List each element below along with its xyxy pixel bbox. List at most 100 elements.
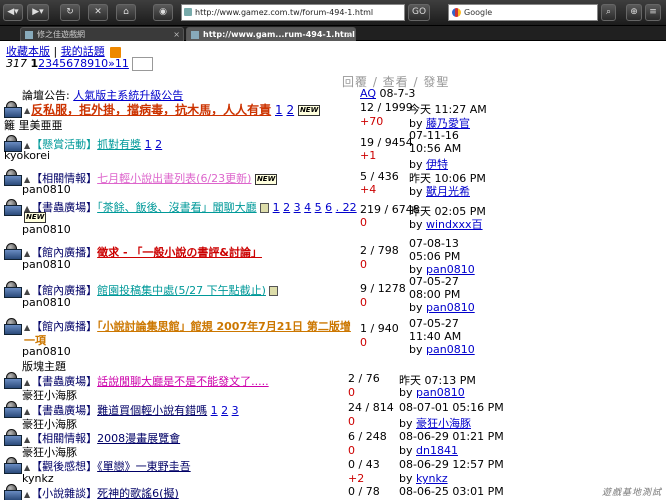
by-label: by [409, 301, 423, 314]
tab-bar: 修之佳遊戲網 × http://www.gam...rum-494-1.html… [0, 26, 666, 41]
attachment-icon [269, 286, 279, 296]
back-button[interactable]: ◀▾ [3, 4, 23, 21]
arrow-icon: ▲ [24, 106, 31, 115]
thread-page-3[interactable]: 3 [294, 201, 301, 214]
thread-page-1[interactable]: 1 [211, 404, 218, 417]
thread-views: 0 [360, 296, 367, 309]
thread-status-icon [4, 243, 24, 261]
thread-author[interactable]: pan0810 [22, 258, 71, 271]
forum-page: 收藏本版 | 我的話題 317 12345678910»11 回覆 / 查看 /… [0, 42, 666, 500]
thread-last-time[interactable]: 08-06-29 01:21 PM [399, 430, 504, 443]
thread-page-6[interactable]: 6 [325, 201, 332, 214]
thread-last-time[interactable]: 07-11-16 10:56 AM [409, 129, 491, 155]
thread-last-time[interactable]: 07-08-13 05:06 PM [409, 237, 491, 263]
thread-title[interactable]: 七月輕小說出書列表(6/23更新) [97, 172, 251, 185]
zoom-icon[interactable]: ⊕ [626, 4, 642, 21]
thread-title[interactable]: 反私服，拒外掛，擋病毒，抗木馬，人人有責 [31, 103, 271, 117]
thread-views: +1 [360, 149, 377, 162]
rss-icon[interactable] [110, 46, 122, 58]
thread-page-2[interactable]: 2 [155, 138, 162, 151]
thread-last-user[interactable]: windxxx百 [426, 218, 483, 231]
thread-author[interactable]: pan0810 [22, 223, 71, 236]
stop-icon[interactable]: ✕ [88, 4, 108, 21]
thread-page-2[interactable]: 2 [283, 201, 290, 214]
thread-title[interactable]: 抓對有獎 [97, 138, 141, 151]
thread-title[interactable]: 難道買個輕小說有錯嗎 [97, 404, 207, 417]
thread-title-row: ▲【館內廣播】「小說討論集思館」館規 2007年7月21日 第二版增 [24, 318, 351, 334]
thread-title[interactable]: 《單戀》一東野圭吾 [97, 460, 191, 473]
search-input[interactable]: Google [448, 4, 598, 21]
arrow-icon: ▲ [24, 322, 31, 332]
thread-author[interactable]: pan0810 [22, 296, 71, 309]
arrow-icon: ▲ [24, 248, 31, 258]
page-links[interactable]: 2345678910 [38, 57, 108, 70]
thread-last-user[interactable]: kynkz [416, 472, 448, 485]
attachment-icon [260, 203, 270, 213]
thread-last-post: by pan0810 [399, 386, 465, 399]
thread-page-5[interactable]: 5 [315, 201, 322, 214]
go-button[interactable]: GO [408, 4, 430, 21]
thread-replies: 24 / 814 [348, 401, 394, 414]
thread-last-user[interactable]: dn1841 [416, 444, 458, 457]
thread-status-icon [4, 429, 24, 447]
thread-page-3[interactable]: 3 [232, 404, 239, 417]
thread-title[interactable]: 「茶餘、飯後、沒書看」聞聊大廳 [97, 201, 257, 214]
thread-author[interactable]: pan0810 [22, 183, 71, 196]
close-icon[interactable]: × [345, 28, 352, 41]
thread-status-icon [4, 484, 24, 500]
thread-last-user[interactable]: pan0810 [416, 386, 465, 399]
home-icon[interactable]: ⌂ [116, 4, 136, 21]
thread-page-1[interactable]: 1 [273, 201, 280, 214]
thread-author[interactable]: 豪狂小海豚 [22, 387, 77, 403]
thread-title[interactable]: 館園投稿集中處(5/27 下午點截止) [97, 284, 266, 297]
thread-last-time[interactable]: 08-06-29 12:57 PM [399, 458, 504, 471]
watermark: 遊戲基地測試 [601, 488, 662, 498]
thread-views: +4 [360, 183, 377, 196]
google-icon [452, 8, 461, 17]
thread-title[interactable]: 徵求 - 「一般小說の書評&討論」 [97, 246, 262, 259]
thread-page-4[interactable]: 4 [304, 201, 311, 214]
thread-title[interactable]: 2008漫畫展覽會 [97, 432, 180, 445]
tab-forum[interactable]: http://www.gam...rum-494-1.html × [186, 27, 356, 41]
reload-icon[interactable]: ↻ [60, 4, 80, 21]
thread-status-icon [4, 281, 24, 299]
thread-page-2[interactable]: 2 [221, 404, 228, 417]
forward-button[interactable]: ▶▾ [27, 4, 49, 21]
globe-icon[interactable]: ◉ [153, 4, 173, 21]
thread-title[interactable]: 「小說討論集思館」館規 2007年7月21日 第二版增 [97, 320, 351, 333]
thread-author[interactable]: kyokorei [4, 149, 50, 162]
search-button[interactable]: ⌕ [601, 4, 616, 21]
section-label: 版塊主題 [22, 360, 66, 373]
page-next[interactable]: »11 [108, 57, 129, 70]
thread-author[interactable]: kynkz [22, 472, 54, 485]
close-icon[interactable]: × [173, 28, 180, 41]
thread-last-time[interactable]: 07-05-27 11:40 AM [409, 317, 491, 343]
thread-replies: 0 / 78 [348, 485, 380, 498]
by-label: by [399, 444, 413, 457]
page-jump-input[interactable] [132, 57, 154, 71]
thread-last-user[interactable]: pan0810 [426, 343, 475, 356]
thread-title[interactable]: 死神的歌謠6(擬) [97, 487, 179, 500]
thread-page-last[interactable]: . 22 [336, 201, 357, 214]
thread-page-1[interactable]: 1 [145, 138, 152, 151]
announcement-author[interactable]: AQ [360, 87, 376, 100]
thread-title[interactable]: 話說閒聊大廳是不是不能發文了..... [97, 375, 268, 388]
announcement-date: 08-7-3 [379, 87, 416, 100]
thread-last-user[interactable]: 獸月光希 [426, 185, 470, 198]
thread-last-time[interactable]: 07-05-27 08:00 PM [409, 275, 491, 301]
tab-favicon-icon [25, 31, 33, 39]
thread-last-time[interactable]: 08-06-25 03:01 PM [399, 485, 504, 498]
address-bar[interactable]: http://www.gamez.com.tw/forum-494-1.html [181, 4, 405, 21]
thread-last-user[interactable]: pan0810 [426, 301, 475, 314]
menu-icon[interactable]: ≡ [645, 4, 661, 21]
thread-last-time[interactable]: 08-07-01 05:16 PM [399, 401, 504, 414]
thread-page-1[interactable]: 1 [275, 103, 283, 117]
thread-replies: 19 / 9454 [360, 136, 413, 149]
thread-author[interactable]: pan0810 [22, 345, 71, 358]
thread-views: 0 [360, 336, 367, 349]
thread-page-2[interactable]: 2 [286, 103, 294, 117]
thread-views: 0 [360, 216, 367, 229]
thread-last-user[interactable]: 豪狂小海豚 [416, 417, 471, 430]
tab-gamez[interactable]: 修之佳遊戲網 × [20, 27, 184, 41]
search-placeholder: Google [464, 8, 493, 17]
